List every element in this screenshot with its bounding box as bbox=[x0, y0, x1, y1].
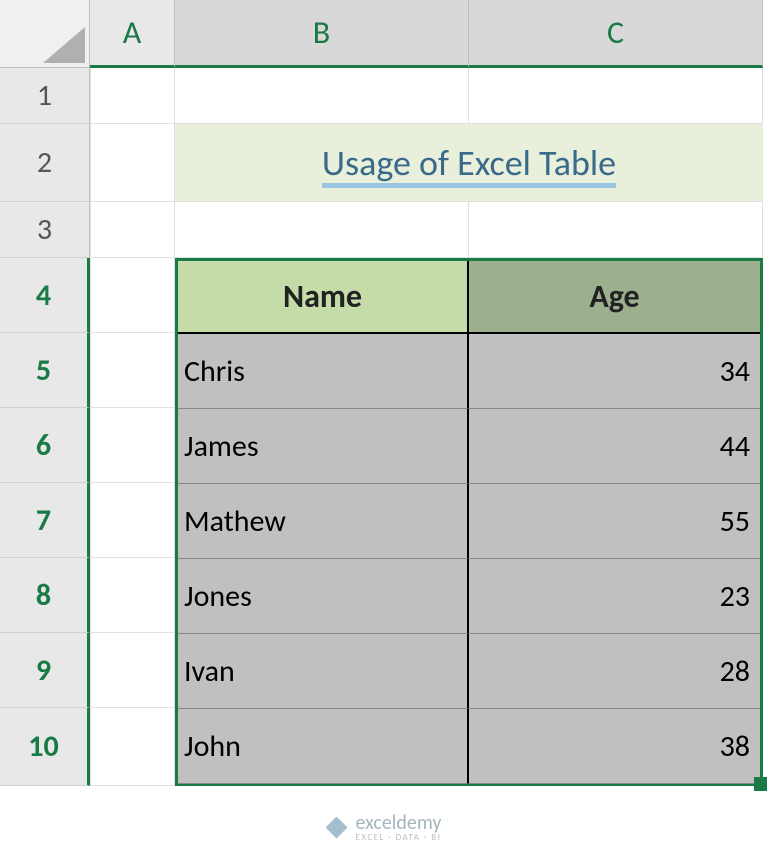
watermark-name: exceldemy bbox=[356, 813, 442, 833]
cell-name[interactable]: James bbox=[178, 409, 469, 484]
select-all-triangle-icon bbox=[43, 27, 85, 63]
table-row: Jones 23 bbox=[178, 559, 760, 634]
cell-age[interactable]: 44 bbox=[469, 409, 760, 484]
cell-a5[interactable] bbox=[90, 333, 175, 408]
data-table-selection[interactable]: Name Age Chris 34 James 44 Mathew 55 Jon… bbox=[175, 258, 763, 786]
cell-age[interactable]: 23 bbox=[469, 559, 760, 634]
table-row: James 44 bbox=[178, 409, 760, 484]
select-all-corner[interactable] bbox=[0, 0, 90, 68]
cell-name[interactable]: Chris bbox=[178, 334, 469, 409]
cell-name[interactable]: Ivan bbox=[178, 634, 469, 709]
cell-a3[interactable] bbox=[90, 202, 175, 258]
cell-age[interactable]: 34 bbox=[469, 334, 760, 409]
cell-a2[interactable] bbox=[90, 124, 175, 202]
row-header-6[interactable]: 6 bbox=[0, 408, 90, 483]
row-header-9[interactable]: 9 bbox=[0, 633, 90, 708]
cell-a9[interactable] bbox=[90, 633, 175, 708]
row-header-7[interactable]: 7 bbox=[0, 483, 90, 558]
cell-a10[interactable] bbox=[90, 708, 175, 786]
row-header-2[interactable]: 2 bbox=[0, 124, 90, 202]
selection-fill-handle[interactable] bbox=[754, 777, 767, 791]
cell-c1[interactable] bbox=[469, 68, 763, 124]
column-header-c[interactable]: C bbox=[469, 0, 763, 68]
watermark-text: exceldemy EXCEL · DATA · BI bbox=[356, 813, 442, 842]
cell-a8[interactable] bbox=[90, 558, 175, 633]
cell-b3[interactable] bbox=[175, 202, 469, 258]
cell-a1[interactable] bbox=[90, 68, 175, 124]
column-header-b[interactable]: B bbox=[175, 0, 469, 68]
watermark-tagline: EXCEL · DATA · BI bbox=[356, 833, 442, 842]
row-header-1[interactable]: 1 bbox=[0, 68, 90, 124]
cell-name[interactable]: Jones bbox=[178, 559, 469, 634]
table-header-row: Name Age bbox=[178, 261, 760, 334]
watermark: exceldemy EXCEL · DATA · BI bbox=[326, 813, 442, 842]
cell-c3[interactable] bbox=[469, 202, 763, 258]
row-header-4[interactable]: 4 bbox=[0, 258, 90, 333]
row-header-5[interactable]: 5 bbox=[0, 333, 90, 408]
table-row: Ivan 28 bbox=[178, 634, 760, 709]
cell-age[interactable]: 28 bbox=[469, 634, 760, 709]
cell-age[interactable]: 38 bbox=[469, 709, 760, 784]
row-header-3[interactable]: 3 bbox=[0, 202, 90, 258]
table-row: Mathew 55 bbox=[178, 484, 760, 559]
cell-a7[interactable] bbox=[90, 483, 175, 558]
row-header-10[interactable]: 10 bbox=[0, 708, 90, 786]
cell-name[interactable]: Mathew bbox=[178, 484, 469, 559]
watermark-logo-icon bbox=[326, 817, 348, 839]
spreadsheet-grid: A B C 1 2 Usage of Excel Table 3 4 Name … bbox=[0, 0, 767, 786]
table-row: John 38 bbox=[178, 709, 760, 784]
cell-age[interactable]: 55 bbox=[469, 484, 760, 559]
table-row: Chris 34 bbox=[178, 334, 760, 409]
cell-a6[interactable] bbox=[90, 408, 175, 483]
cell-b1[interactable] bbox=[175, 68, 469, 124]
table-header-age[interactable]: Age bbox=[469, 261, 760, 334]
title-cell[interactable]: Usage of Excel Table bbox=[175, 124, 763, 202]
cell-a4[interactable] bbox=[90, 258, 175, 333]
row-header-8[interactable]: 8 bbox=[0, 558, 90, 633]
column-header-a[interactable]: A bbox=[90, 0, 175, 68]
table-header-name[interactable]: Name bbox=[178, 261, 469, 334]
cell-name[interactable]: John bbox=[178, 709, 469, 784]
